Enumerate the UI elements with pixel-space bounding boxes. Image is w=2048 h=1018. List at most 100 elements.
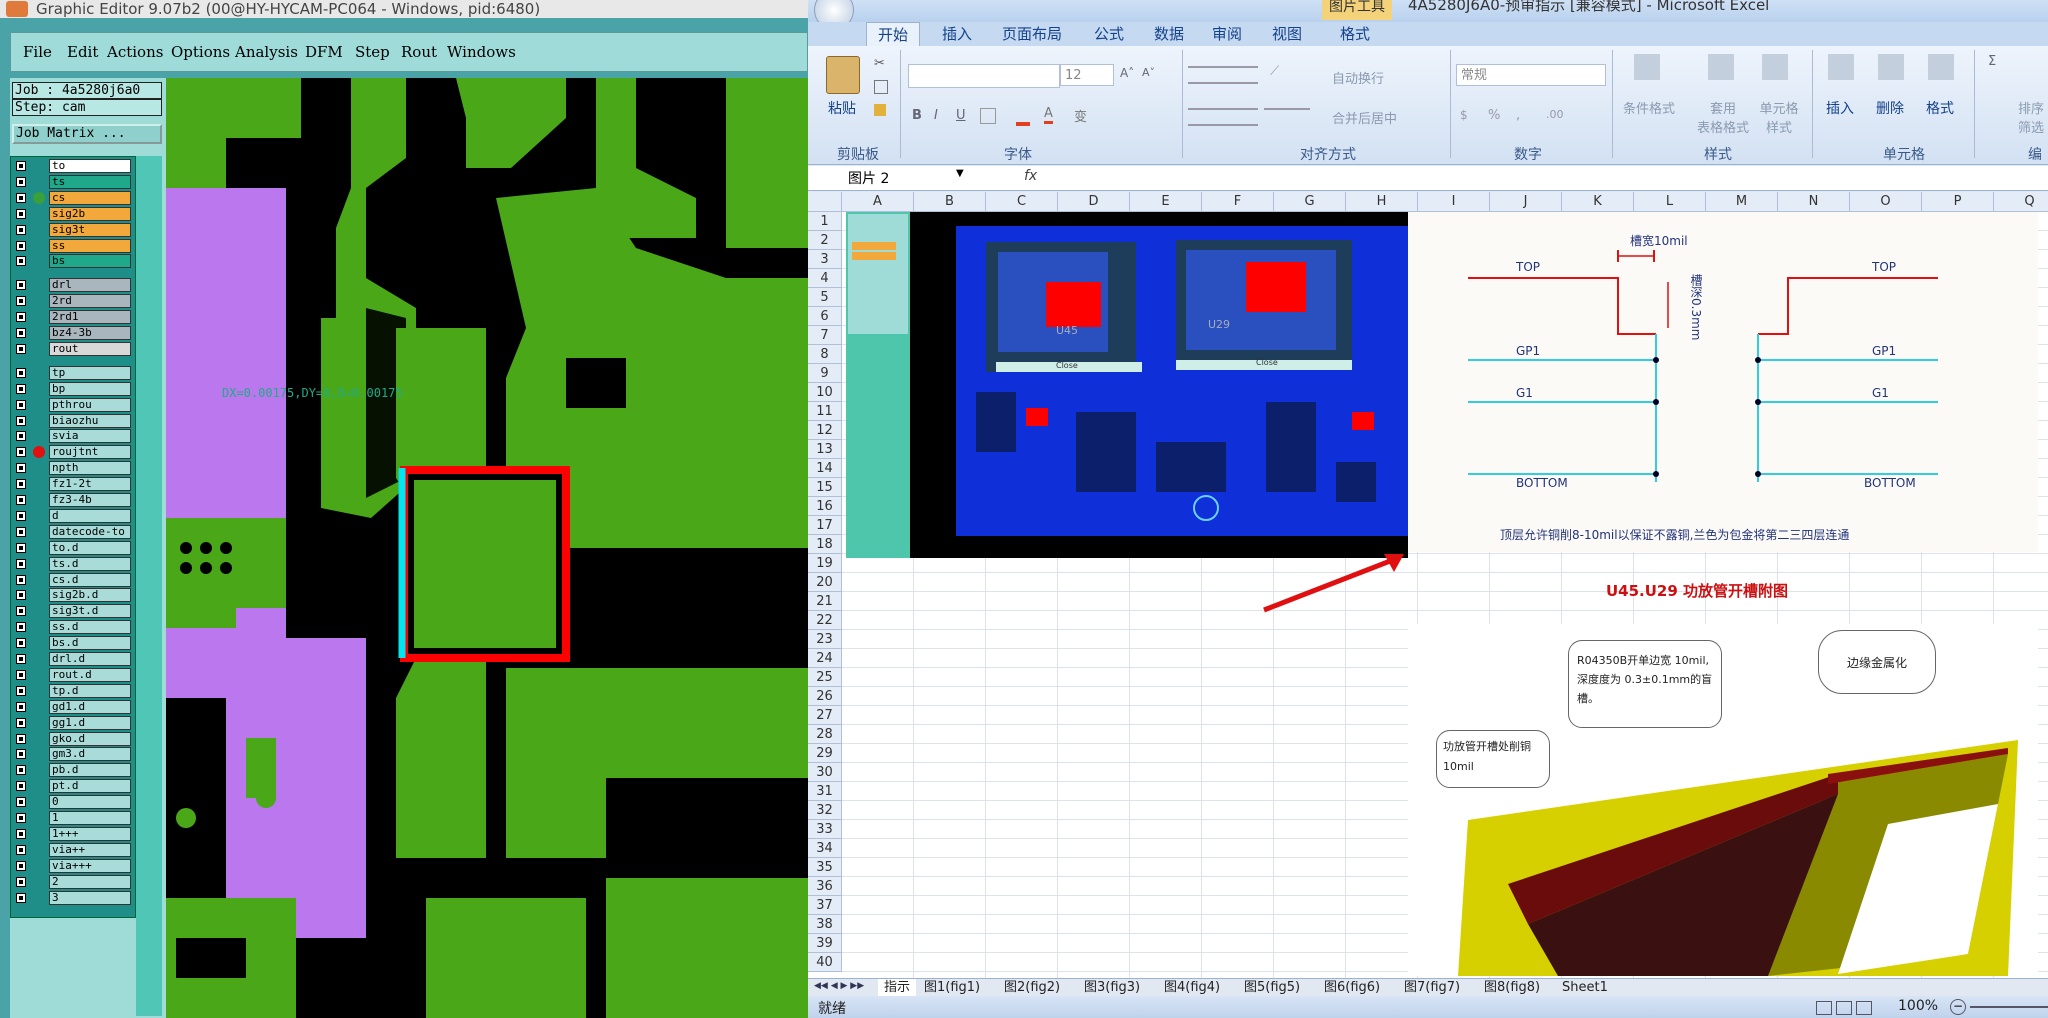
tab-format[interactable]: 格式 — [1340, 22, 1370, 46]
row-header[interactable]: 21 — [808, 592, 842, 611]
layer-name[interactable]: npth — [49, 461, 131, 476]
row-header[interactable]: 16 — [808, 497, 842, 516]
row-header[interactable]: 5 — [808, 288, 842, 307]
layer-row[interactable]: 2 — [11, 874, 135, 890]
layer-row[interactable]: drl.d — [11, 652, 135, 667]
row-header[interactable]: 11 — [808, 402, 842, 421]
layer-name[interactable]: 1 — [49, 811, 131, 825]
menu-edit[interactable]: Edit — [67, 33, 98, 71]
layer-row[interactable]: sig3t.d — [11, 604, 135, 619]
layer-row[interactable]: sig3t — [11, 222, 135, 238]
layer-checkbox[interactable] — [16, 701, 26, 712]
layer-row[interactable]: fz3-4b — [11, 493, 135, 508]
layer-row[interactable]: 1+++ — [11, 826, 135, 842]
layer-row[interactable]: tp — [11, 365, 135, 381]
font-size-select[interactable]: 12 — [1060, 64, 1114, 86]
row-header[interactable]: 9 — [808, 364, 842, 383]
layer-name[interactable]: bz4-3b — [49, 326, 131, 340]
layer-row[interactable]: bz4-3b — [11, 326, 135, 341]
font-name-select[interactable] — [908, 64, 1060, 88]
format-cells-icon[interactable] — [1928, 54, 1954, 80]
layer-name[interactable]: sig3t — [49, 222, 131, 237]
layer-checkbox[interactable] — [16, 669, 26, 680]
layer-row[interactable]: 3 — [11, 890, 135, 906]
layer-name[interactable]: bs — [49, 254, 131, 269]
row-header[interactable]: 4 — [808, 269, 842, 288]
column-header[interactable]: Q — [1994, 192, 2048, 212]
sheet-tab[interactable]: 图1(fig1) — [924, 979, 980, 997]
layer-checkbox[interactable] — [16, 479, 26, 490]
row-header[interactable]: 32 — [808, 801, 842, 820]
layer-name[interactable]: bp — [49, 381, 131, 396]
format-cells-button[interactable]: 格式 — [1926, 98, 1954, 118]
column-header[interactable]: P — [1922, 192, 1994, 212]
row-header[interactable]: 38 — [808, 915, 842, 934]
layer-name[interactable]: 2rd1 — [49, 310, 131, 325]
layer-name[interactable]: pb.d — [49, 763, 131, 778]
row-header[interactable]: 22 — [808, 611, 842, 630]
layer-checkbox[interactable] — [16, 765, 26, 776]
menu-rout[interactable]: Rout — [401, 33, 437, 71]
zoom-level[interactable]: 100% — [1898, 998, 1938, 1014]
copy-icon[interactable] — [874, 80, 888, 94]
layer-checkbox[interactable] — [16, 717, 26, 728]
column-header[interactable]: J — [1490, 192, 1562, 212]
layer-row[interactable]: drl — [11, 278, 135, 293]
layer-checkbox[interactable] — [16, 328, 26, 338]
row-header[interactable]: 20 — [808, 573, 842, 592]
layer-row[interactable]: fz1-2t — [11, 477, 135, 492]
layer-row[interactable]: 0 — [11, 795, 135, 810]
layer-checkbox[interactable] — [16, 399, 26, 410]
wrap-text-button[interactable]: 自动换行 — [1332, 68, 1384, 87]
layer-checkbox[interactable] — [16, 495, 26, 505]
layer-checkbox[interactable] — [16, 590, 26, 601]
layer-name[interactable]: via+++ — [49, 858, 131, 873]
layer-name[interactable]: rout — [49, 341, 131, 356]
layer-row[interactable]: ss.d — [11, 620, 135, 635]
layer-name[interactable]: drl — [49, 278, 131, 293]
row-header[interactable]: 23 — [808, 630, 842, 649]
indent-icon[interactable] — [1264, 108, 1310, 124]
orientation-icon[interactable]: ⟋ — [1270, 64, 1279, 79]
select-all-corner[interactable] — [808, 192, 842, 212]
layer-name[interactable]: gd1.d — [49, 699, 131, 714]
layer-checkbox[interactable] — [16, 733, 26, 744]
row-header[interactable]: 3 — [808, 250, 842, 269]
cut-icon[interactable]: ✂ — [874, 56, 885, 71]
layer-checkbox[interactable] — [16, 161, 26, 171]
layer-name[interactable]: ts — [49, 174, 131, 189]
currency-icon[interactable]: $ — [1460, 108, 1468, 122]
layer-row[interactable]: cs — [11, 190, 135, 206]
tab-page-layout[interactable]: 页面布局 — [1002, 22, 1062, 46]
row-header[interactable]: 40 — [808, 953, 842, 972]
layer-checkbox[interactable] — [16, 622, 26, 633]
row-header[interactable]: 14 — [808, 459, 842, 478]
menu-options[interactable]: Options — [171, 33, 230, 71]
layer-row[interactable]: sig2b — [11, 206, 135, 222]
tab-formulas[interactable]: 公式 — [1094, 22, 1124, 46]
embedded-screenshot-image[interactable]: U45 U29 Close Close — [846, 212, 1408, 558]
row-header[interactable]: 35 — [808, 858, 842, 877]
layer-name[interactable]: tp.d — [49, 683, 131, 698]
formula-input[interactable] — [1048, 168, 2038, 186]
row-header[interactable]: 37 — [808, 896, 842, 915]
layer-name[interactable]: cs.d — [49, 572, 131, 587]
percent-icon[interactable]: % — [1488, 108, 1500, 123]
row-header[interactable]: 39 — [808, 934, 842, 953]
row-header[interactable]: 33 — [808, 820, 842, 839]
sort-filter-button[interactable]: 排序 筛选 — [2018, 98, 2044, 136]
sheet-tab[interactable]: 图7(fig7) — [1404, 979, 1460, 997]
layer-checkbox[interactable] — [16, 367, 26, 378]
column-header[interactable]: L — [1634, 192, 1706, 212]
row-header[interactable]: 15 — [808, 478, 842, 497]
layer-name[interactable]: pthrou — [49, 397, 131, 412]
row-header[interactable]: 27 — [808, 706, 842, 725]
merge-center-button[interactable]: 合并后居中 — [1332, 108, 1397, 127]
layer-name[interactable]: sig2b.d — [49, 588, 131, 603]
menu-step[interactable]: Step — [355, 33, 390, 71]
cell-style-icon[interactable] — [1762, 54, 1788, 80]
layer-name[interactable]: cs — [49, 190, 131, 205]
row-header[interactable]: 6 — [808, 307, 842, 326]
layer-name[interactable]: drl.d — [49, 652, 131, 666]
align-top-icon[interactable] — [1188, 66, 1258, 84]
